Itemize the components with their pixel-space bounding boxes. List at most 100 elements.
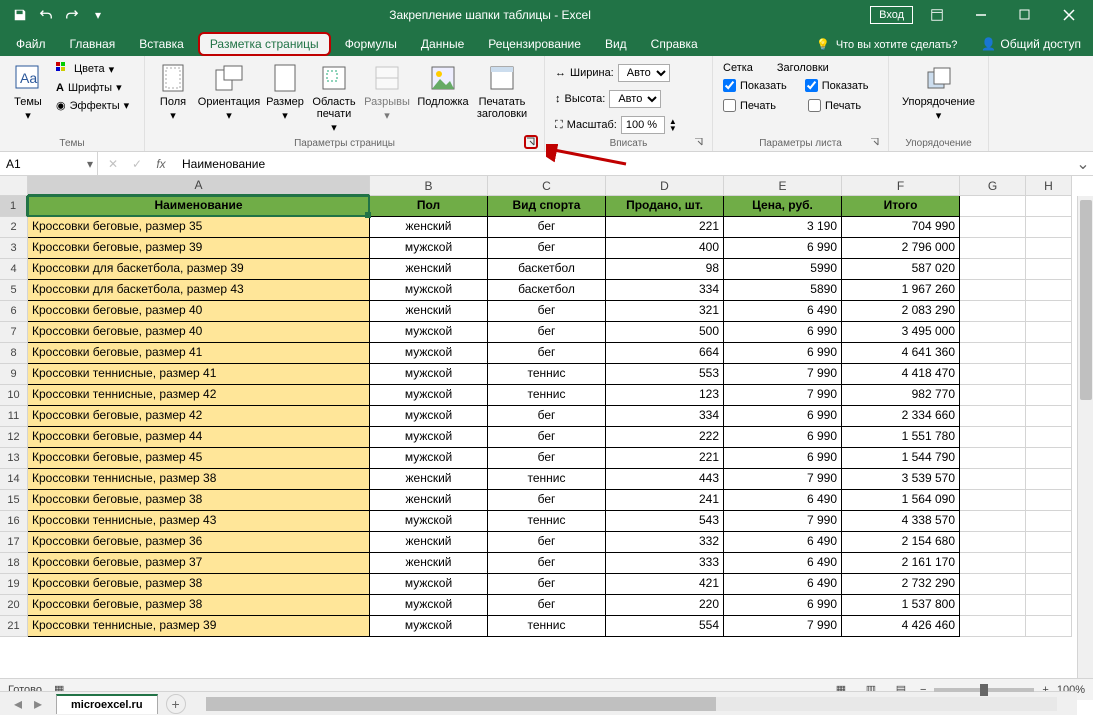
data-cell[interactable]: Кроссовки беговые, размер 44: [28, 427, 370, 448]
header-cell[interactable]: Цена, руб.: [724, 196, 842, 217]
data-cell[interactable]: 6 490: [724, 553, 842, 574]
scale-input[interactable]: [621, 116, 665, 134]
data-cell[interactable]: Кроссовки для баскетбола, размер 39: [28, 259, 370, 280]
data-cell[interactable]: 982 770: [842, 385, 960, 406]
data-cell[interactable]: Кроссовки теннисные, размер 41: [28, 364, 370, 385]
row-header-12[interactable]: 12: [0, 427, 28, 448]
row-header-5[interactable]: 5: [0, 280, 28, 301]
data-cell[interactable]: женский: [370, 217, 488, 238]
data-cell[interactable]: мужской: [370, 511, 488, 532]
data-cell[interactable]: мужской: [370, 343, 488, 364]
data-cell[interactable]: мужской: [370, 574, 488, 595]
data-cell[interactable]: бег: [488, 553, 606, 574]
height-select[interactable]: Авто: [609, 90, 661, 108]
row-header-17[interactable]: 17: [0, 532, 28, 553]
formula-input[interactable]: Наименование: [176, 157, 1073, 171]
vertical-scroll-thumb[interactable]: [1080, 200, 1092, 400]
data-cell[interactable]: 3 539 570: [842, 469, 960, 490]
save-icon[interactable]: [8, 3, 32, 27]
header-cell[interactable]: Вид спорта: [488, 196, 606, 217]
data-cell[interactable]: 6 990: [724, 238, 842, 259]
data-cell[interactable]: мужской: [370, 322, 488, 343]
data-cell[interactable]: мужской: [370, 280, 488, 301]
tell-me-search[interactable]: 💡 Что вы хотите сделать?: [804, 33, 969, 56]
header-cell[interactable]: Наименование: [28, 196, 370, 217]
enter-icon[interactable]: ✓: [126, 154, 148, 174]
data-cell[interactable]: бег: [488, 301, 606, 322]
data-cell[interactable]: 500: [606, 322, 724, 343]
data-cell[interactable]: бег: [488, 322, 606, 343]
data-cell[interactable]: 704 990: [842, 217, 960, 238]
data-cell[interactable]: 334: [606, 406, 724, 427]
data-cell[interactable]: баскетбол: [488, 280, 606, 301]
name-box[interactable]: A1▾: [0, 152, 98, 175]
data-cell[interactable]: 5990: [724, 259, 842, 280]
data-cell[interactable]: женский: [370, 469, 488, 490]
data-cell[interactable]: 7 990: [724, 385, 842, 406]
data-cell[interactable]: 6 990: [724, 343, 842, 364]
row-header-11[interactable]: 11: [0, 406, 28, 427]
data-cell[interactable]: 6 990: [724, 427, 842, 448]
col-header-C[interactable]: C: [488, 176, 606, 196]
redo-icon[interactable]: [60, 3, 84, 27]
data-cell[interactable]: 1 551 780: [842, 427, 960, 448]
data-cell[interactable]: женский: [370, 553, 488, 574]
data-cell[interactable]: 1 967 260: [842, 280, 960, 301]
header-cell[interactable]: Пол: [370, 196, 488, 217]
col-header-G[interactable]: G: [960, 176, 1026, 196]
data-cell[interactable]: 6 490: [724, 532, 842, 553]
data-cell[interactable]: 6 990: [724, 595, 842, 616]
data-cell[interactable]: 543: [606, 511, 724, 532]
data-cell[interactable]: бег: [488, 217, 606, 238]
data-cell[interactable]: 333: [606, 553, 724, 574]
vertical-scrollbar[interactable]: [1077, 196, 1093, 678]
row-header-9[interactable]: 9: [0, 364, 28, 385]
data-cell[interactable]: мужской: [370, 595, 488, 616]
tab-review[interactable]: Рецензирование: [476, 32, 593, 56]
data-cell[interactable]: 6 490: [724, 574, 842, 595]
row-header-1[interactable]: 1: [0, 196, 28, 217]
add-sheet-button[interactable]: +: [166, 694, 186, 714]
data-cell[interactable]: Кроссовки теннисные, размер 39: [28, 616, 370, 637]
chevron-down-icon[interactable]: ▾: [87, 157, 97, 171]
cells-area[interactable]: НаименованиеПолВид спортаПродано, шт.Цен…: [28, 196, 1072, 637]
row-header-10[interactable]: 10: [0, 385, 28, 406]
data-cell[interactable]: мужской: [370, 406, 488, 427]
data-cell[interactable]: 1 564 090: [842, 490, 960, 511]
data-cell[interactable]: 6 990: [724, 406, 842, 427]
col-header-H[interactable]: H: [1026, 176, 1072, 196]
data-cell[interactable]: Кроссовки беговые, размер 42: [28, 406, 370, 427]
tab-insert[interactable]: Вставка: [127, 32, 196, 56]
data-cell[interactable]: 7 990: [724, 364, 842, 385]
row-header-2[interactable]: 2: [0, 217, 28, 238]
row-header-13[interactable]: 13: [0, 448, 28, 469]
cancel-icon[interactable]: ✕: [102, 154, 124, 174]
data-cell[interactable]: 334: [606, 280, 724, 301]
data-cell[interactable]: бег: [488, 406, 606, 427]
data-cell[interactable]: 98: [606, 259, 724, 280]
horizontal-scrollbar[interactable]: [206, 697, 1057, 711]
fonts-button[interactable]: AШрифты ▾: [52, 79, 133, 96]
zoom-thumb[interactable]: [980, 684, 988, 696]
data-cell[interactable]: теннис: [488, 469, 606, 490]
horizontal-scroll-thumb[interactable]: [206, 697, 717, 711]
col-header-D[interactable]: D: [606, 176, 724, 196]
data-cell[interactable]: Кроссовки беговые, размер 39: [28, 238, 370, 259]
data-cell[interactable]: 221: [606, 217, 724, 238]
row-header-7[interactable]: 7: [0, 322, 28, 343]
colors-button[interactable]: Цвета ▾: [52, 60, 133, 78]
data-cell[interactable]: 220: [606, 595, 724, 616]
data-cell[interactable]: 6 990: [724, 322, 842, 343]
header-cell[interactable]: Итого: [842, 196, 960, 217]
data-cell[interactable]: 587 020: [842, 259, 960, 280]
data-cell[interactable]: теннис: [488, 364, 606, 385]
size-button[interactable]: Размер▾: [263, 60, 307, 124]
sheet-nav-next-icon[interactable]: ▸: [30, 696, 46, 712]
data-cell[interactable]: Кроссовки беговые, размер 38: [28, 490, 370, 511]
data-cell[interactable]: теннис: [488, 511, 606, 532]
col-header-F[interactable]: F: [842, 176, 960, 196]
breaks-button[interactable]: Разрывы▾: [361, 60, 413, 124]
row-header-19[interactable]: 19: [0, 574, 28, 595]
data-cell[interactable]: 7 990: [724, 616, 842, 637]
data-cell[interactable]: мужской: [370, 238, 488, 259]
